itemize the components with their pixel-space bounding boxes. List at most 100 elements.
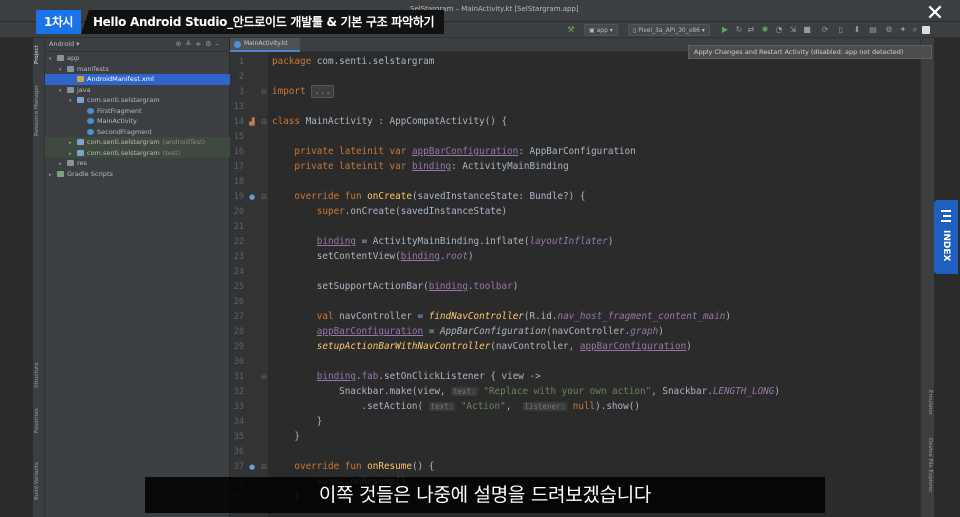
- code-line[interactable]: super.onCreate(savedInstanceState): [272, 206, 507, 218]
- code-line[interactable]: override fun onResume() {: [272, 461, 434, 473]
- line-number: 35: [233, 432, 244, 442]
- tool-window-device-file-explorer[interactable]: Device File Explorer: [927, 438, 933, 492]
- override-gutter-icon[interactable]: ●: [248, 463, 256, 471]
- run-icon[interactable]: ▶: [720, 25, 730, 35]
- debug-icon[interactable]: ✱: [760, 25, 770, 35]
- tool-window-project[interactable]: Project: [34, 45, 40, 64]
- avd-manager-icon[interactable]: ▯: [836, 25, 846, 35]
- tree-item-label: com.senti.selstargram: [87, 138, 160, 146]
- fold-icon[interactable]: ⊟: [260, 463, 268, 471]
- tree-item[interactable]: ▾ app: [45, 53, 230, 64]
- close-icon[interactable]: ✕: [924, 3, 946, 26]
- apply-changes-icon[interactable]: ↻: [734, 25, 744, 35]
- tree-item-label: com.senti.selstargram: [87, 96, 160, 104]
- tool-window-build-variants[interactable]: Build Variants: [34, 462, 40, 500]
- code-line[interactable]: package com.senti.selstargram: [272, 56, 434, 68]
- project-view-mode: Android: [49, 40, 75, 48]
- project-panel: Android ▾ ⊕≚≑⚙– ▾ app ▾ manifests AndroidMan…: [45, 38, 230, 517]
- layout-inspector-icon[interactable]: ▤: [868, 25, 878, 35]
- code-line[interactable]: val navController = findNavController(R.…: [272, 311, 731, 323]
- stop-icon[interactable]: ■: [802, 25, 812, 35]
- fold-icon[interactable]: ⊟: [260, 373, 268, 381]
- tree-item-label: MainActivity: [97, 117, 137, 125]
- index-button[interactable]: INDEX: [934, 200, 958, 274]
- tree-item[interactable]: ▸ com.senti.selstargram (test): [45, 147, 230, 158]
- expand-all-icon[interactable]: ≑: [195, 40, 205, 48]
- code-line[interactable]: Snackbar.make(view, text: "Replace with …: [272, 386, 780, 398]
- code-line[interactable]: setContentView(binding.root): [272, 251, 474, 263]
- line-number: 33: [233, 402, 244, 412]
- code-line[interactable]: private lateinit var binding: ActivityMa…: [272, 161, 568, 173]
- class-gutter-icon[interactable]: ▟: [248, 118, 256, 126]
- gear-icon[interactable]: ⚙: [205, 40, 215, 48]
- tree-item[interactable]: SecondFragment: [45, 127, 230, 138]
- line-number: 3: [238, 87, 244, 97]
- attach-debugger-icon[interactable]: ⇲: [788, 25, 798, 35]
- code-line[interactable]: .setAction( text: "Action", listener: nu…: [272, 401, 640, 413]
- tree-item-label: com.senti.selstargram: [87, 148, 160, 157]
- code-line[interactable]: class MainActivity : AppCompatActivity()…: [272, 116, 507, 128]
- code-line[interactable]: override fun onCreate(savedInstanceState…: [272, 191, 585, 203]
- account-icon[interactable]: [922, 26, 930, 34]
- gemini-icon[interactable]: ✦: [898, 25, 908, 35]
- tree-item[interactable]: ▾ manifests: [45, 64, 230, 75]
- kotlin-file-icon: [87, 118, 94, 124]
- tree-item[interactable]: ▸ res: [45, 158, 230, 169]
- lesson-title-overlay: 1차시 Hello Android Studio_안드로이드 개발툴 & 기본 …: [36, 10, 445, 34]
- tree-item-label: res: [77, 159, 87, 167]
- tab-label: MainActivity.kt: [244, 40, 288, 47]
- fold-icon[interactable]: ⊟: [260, 88, 268, 96]
- apply-code-changes-icon[interactable]: ⇄: [746, 25, 756, 35]
- tree-item[interactable]: ▾ java: [45, 85, 230, 96]
- sdk-manager-icon[interactable]: ⬇: [852, 25, 862, 35]
- line-number: 32: [233, 387, 244, 397]
- lesson-number: 1차시: [36, 10, 81, 34]
- code-line[interactable]: binding = ActivityMainBinding.inflate(la…: [272, 236, 614, 248]
- fold-icon[interactable]: ⊟: [260, 193, 268, 201]
- tree-item[interactable]: ▸ com.senti.selstargram (androidTest): [45, 137, 230, 148]
- profile-icon[interactable]: ◔: [774, 25, 784, 35]
- tree-item[interactable]: ▾ com.senti.selstargram: [45, 95, 230, 106]
- tool-window-resource-manager[interactable]: Resource Manager: [34, 85, 40, 136]
- package-icon: [77, 139, 84, 145]
- video-subtitle: 이쪽 것들은 나중에 설명을 드려보겠습니다: [145, 477, 825, 513]
- code-line[interactable]: setSupportActionBar(binding.toolbar): [272, 281, 519, 293]
- tree-item-label: java: [77, 85, 91, 94]
- override-gutter-icon[interactable]: ●: [248, 193, 256, 201]
- hide-icon[interactable]: –: [216, 40, 224, 48]
- index-logo-icon: [941, 210, 951, 222]
- tab-mainactivity[interactable]: MainActivity.kt: [230, 38, 300, 52]
- device-select[interactable]: ▯ Pixel_3a_API_30_x86 ▾: [628, 24, 710, 36]
- hammer-icon[interactable]: ⚒: [566, 25, 576, 35]
- tree-item[interactable]: FirstFragment: [45, 106, 230, 117]
- code-line[interactable]: private lateinit var appBarConfiguration…: [272, 146, 635, 158]
- sync-gradle-icon[interactable]: ⟳: [820, 25, 830, 35]
- tree-item[interactable]: ▸ Gradle Scripts: [45, 169, 230, 180]
- chevron-right-icon[interactable]: ▸: [49, 170, 57, 181]
- settings-icon[interactable]: ⚙: [884, 25, 894, 35]
- line-number: 34: [233, 417, 244, 427]
- line-number: 15: [233, 132, 244, 142]
- code-line[interactable]: import ...: [272, 85, 334, 98]
- search-icon[interactable]: ⌕: [910, 25, 920, 35]
- code-line[interactable]: }: [272, 416, 323, 428]
- code-line[interactable]: }: [272, 431, 300, 443]
- fold-icon[interactable]: ⊟: [260, 118, 268, 126]
- tool-window-structure[interactable]: Structure: [34, 362, 40, 388]
- project-view-select[interactable]: Android ▾: [49, 40, 79, 48]
- code-editor[interactable]: package com.senti.selstargram import ... c…: [268, 52, 920, 517]
- code-line[interactable]: appBarConfiguration = AppBarConfiguratio…: [272, 326, 664, 338]
- tree-item[interactable]: AndroidManifest.xml: [45, 74, 230, 85]
- code-line[interactable]: setupActionBarWithNavController(navContr…: [272, 341, 692, 353]
- line-number: 26: [233, 297, 244, 307]
- line-number: 25: [233, 282, 244, 292]
- run-config-label: app: [596, 27, 608, 34]
- collapse-all-icon[interactable]: ≚: [185, 40, 195, 48]
- run-configuration-select[interactable]: ▣ app ▾: [584, 24, 618, 36]
- code-line[interactable]: binding.fab.setOnClickListener { view ->: [272, 371, 541, 383]
- kotlin-file-icon: [87, 128, 94, 135]
- tree-item[interactable]: MainActivity: [45, 116, 230, 127]
- tool-window-emulator[interactable]: Emulator: [927, 390, 933, 415]
- tool-window-favorites[interactable]: Favorites: [34, 408, 40, 433]
- locate-icon[interactable]: ⊕: [176, 40, 186, 48]
